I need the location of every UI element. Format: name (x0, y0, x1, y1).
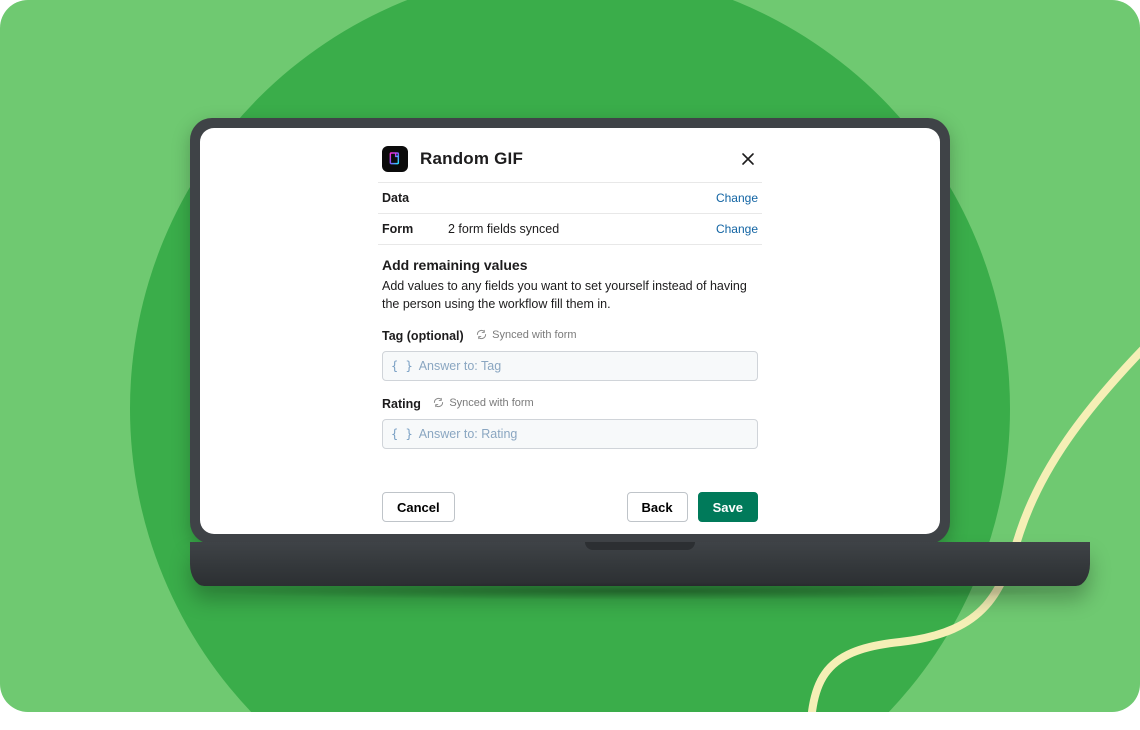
close-button[interactable] (738, 149, 758, 169)
row-form: Form 2 form fields synced Change (378, 214, 762, 245)
rating-input-placeholder: Answer to: Rating (419, 427, 518, 441)
workflow-step-modal: Random GIF Data Change Form (378, 142, 762, 526)
row-form-label: Form (382, 222, 448, 236)
sync-icon (476, 329, 487, 340)
field-rating-label: Rating (382, 397, 421, 411)
summary-rows: Data Change Form 2 form fields synced Ch… (378, 182, 762, 245)
close-icon (741, 152, 755, 166)
laptop-keyboard (190, 542, 1090, 586)
app-icon (382, 146, 408, 172)
laptop: Random GIF Data Change Form (190, 118, 950, 606)
row-form-change-link[interactable]: Change (716, 222, 758, 236)
save-button[interactable]: Save (698, 492, 758, 522)
brace-icon: { } (391, 359, 413, 373)
laptop-shadow (190, 582, 1090, 600)
back-button[interactable]: Back (627, 492, 688, 522)
row-data-change-link[interactable]: Change (716, 191, 758, 205)
section-body: Add values to any fields you want to set… (382, 277, 758, 313)
modal-title: Random GIF (420, 149, 523, 169)
laptop-screen-frame: Random GIF Data Change Form (190, 118, 950, 544)
modal-footer: Cancel Back Save (382, 492, 758, 522)
stage: Random GIF Data Change Form (0, 0, 1140, 730)
footer-right: Back Save (627, 492, 758, 522)
cancel-button[interactable]: Cancel (382, 492, 455, 522)
row-data-label: Data (382, 191, 448, 205)
sync-icon (433, 397, 444, 408)
field-tag-synced-text: Synced with form (492, 329, 576, 341)
field-tag: Tag (optional) Synced with form { } Answ… (378, 313, 762, 381)
row-form-value: 2 form fields synced (448, 222, 559, 236)
tag-input[interactable]: { } Answer to: Tag (382, 351, 758, 381)
laptop-screen: Random GIF Data Change Form (200, 128, 940, 534)
row-data: Data Change (378, 183, 762, 214)
section-heading: Add remaining values (382, 257, 758, 273)
field-rating-synced: Synced with form (433, 397, 533, 409)
field-tag-label: Tag (optional) (382, 329, 464, 343)
rating-input[interactable]: { } Answer to: Rating (382, 419, 758, 449)
tag-input-placeholder: Answer to: Tag (419, 359, 501, 373)
brace-icon: { } (391, 427, 413, 441)
section-remaining-values: Add remaining values Add values to any f… (378, 245, 762, 313)
modal-header: Random GIF (378, 146, 762, 182)
field-rating-synced-text: Synced with form (449, 397, 533, 409)
field-rating: Rating Synced with form { } Answer to: R… (378, 381, 762, 449)
field-tag-synced: Synced with form (476, 329, 576, 341)
